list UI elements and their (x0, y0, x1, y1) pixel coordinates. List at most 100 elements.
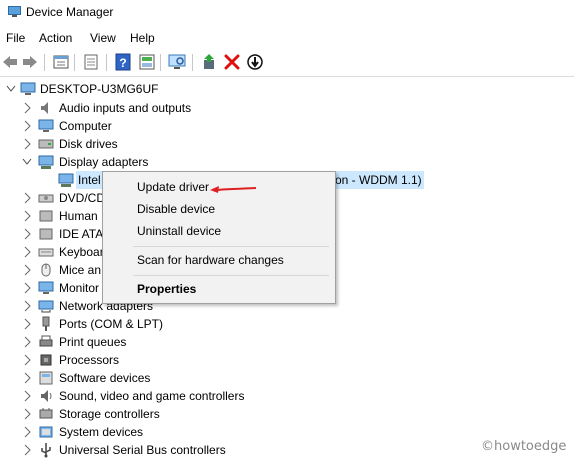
chevron-right-icon[interactable] (22, 423, 32, 441)
chevron-right-icon[interactable] (22, 261, 32, 279)
tree-root[interactable]: DESKTOP-U3MG6UF (0, 80, 300, 98)
context-uninstall-device[interactable]: Uninstall device (137, 224, 221, 238)
ide-controller-icon (39, 228, 53, 240)
forward-arrow-icon[interactable] (21, 53, 39, 71)
tree-item-label: Print queues (59, 335, 127, 349)
update-driver-icon[interactable] (200, 53, 218, 71)
chevron-right-icon[interactable] (22, 279, 32, 297)
tree-item-label: Monitor (59, 281, 100, 295)
tree-item-label: Keyboar (59, 245, 104, 259)
tree-item-ports-com-lpt[interactable]: Ports (COM & LPT) (0, 315, 320, 333)
usb-icon (41, 443, 51, 458)
toolbar: ? (0, 50, 574, 77)
device-label-prefix: Intel (78, 173, 101, 187)
help-icon[interactable]: ? (114, 53, 132, 71)
context-update-driver[interactable]: Update driver (137, 180, 209, 194)
tree-item-universal-serial-bus-controllers[interactable]: Universal Serial Bus controllers (0, 441, 320, 459)
context-disable-device[interactable]: Disable device (137, 202, 215, 216)
chevron-down-icon[interactable] (22, 153, 32, 171)
context-menu: Update driver Disable device Uninstall d… (102, 171, 336, 304)
tree-item-sound-video-and-game-controllers[interactable]: Sound, video and game controllers (0, 387, 320, 405)
device-label-suffix: on - WDDM 1.1) (335, 173, 422, 187)
tree-item-label: Processors (59, 353, 120, 367)
tree-item-label: Disk drives (59, 137, 118, 151)
tree-item-display-adapters[interactable]: Display adapters (0, 153, 320, 171)
toolbar-separator (74, 54, 75, 71)
tree-item-disk-drives[interactable]: Disk drives (0, 135, 320, 153)
monitor-icon (38, 281, 54, 294)
context-separator (133, 275, 329, 276)
tree-item-label: DVD/CD (59, 191, 106, 205)
tree-item-label: Audio inputs and outputs (59, 101, 192, 115)
tree-item-processors[interactable]: Processors (0, 351, 320, 369)
tree-item-software-devices[interactable]: Software devices (0, 369, 320, 387)
toolbar-separator (192, 54, 193, 71)
menu-bar: File Action View Help (0, 29, 574, 49)
annotation-arrow-icon (210, 186, 257, 193)
sound-icon (41, 390, 52, 402)
chevron-right-icon[interactable] (22, 135, 32, 153)
context-scan-hardware[interactable]: Scan for hardware changes (137, 253, 284, 267)
speaker-icon (41, 102, 48, 114)
display-adapter-icon (38, 155, 54, 169)
chevron-right-icon[interactable] (22, 369, 32, 387)
disk-drive-icon (38, 139, 54, 149)
title-bar: Device Manager (0, 0, 574, 27)
printer-icon (39, 335, 53, 347)
chevron-right-icon[interactable] (22, 315, 32, 333)
chevron-right-icon[interactable] (22, 117, 32, 135)
uninstall-icon[interactable] (223, 53, 241, 71)
tree-item-audio-inputs-and-outputs[interactable]: Audio inputs and outputs (0, 99, 320, 117)
menu-help[interactable]: Help (128, 31, 157, 45)
menu-action[interactable]: Action (37, 31, 74, 45)
scan-hardware-icon[interactable] (168, 53, 186, 71)
chevron-right-icon[interactable] (22, 207, 32, 225)
svg-text:?: ? (119, 56, 126, 70)
tree-item-computer[interactable]: Computer (0, 117, 320, 135)
tree-item-label: IDE ATA/ (59, 227, 107, 241)
storage-controller-icon (39, 408, 53, 419)
context-properties[interactable]: Properties (137, 282, 196, 296)
back-arrow-icon[interactable] (1, 53, 19, 71)
computer-icon (38, 119, 54, 132)
mouse-icon (41, 263, 51, 277)
tree-item-label: System devices (59, 425, 144, 439)
human-interface-icon (39, 210, 53, 222)
menu-view[interactable]: View (88, 31, 118, 45)
system-device-icon (39, 426, 53, 438)
chevron-right-icon[interactable] (22, 405, 32, 423)
menu-file[interactable]: File (4, 31, 27, 45)
tree-item-print-queues[interactable]: Print queues (0, 333, 320, 351)
chevron-right-icon[interactable] (22, 387, 32, 405)
tree-item-system-devices[interactable]: System devices (0, 423, 320, 441)
chevron-right-icon[interactable] (22, 297, 32, 315)
window-title: Device Manager (26, 5, 114, 19)
toolbar-separator (160, 54, 161, 71)
tree-root-label: DESKTOP-U3MG6UF (40, 82, 159, 96)
chevron-right-icon[interactable] (22, 333, 32, 351)
keyboard-icon (38, 248, 54, 257)
tree-item-label: Storage controllers (59, 407, 160, 421)
action-icon[interactable] (138, 53, 156, 71)
properties-icon[interactable] (52, 53, 70, 71)
chevron-right-icon[interactable] (22, 243, 32, 261)
tree-item-label: Sound, video and game controllers (59, 389, 245, 403)
chevron-right-icon[interactable] (22, 441, 32, 459)
chevron-down-icon[interactable] (6, 80, 16, 98)
tree-item-label: Display adapters (59, 155, 149, 169)
show-hidden-icon[interactable] (82, 53, 100, 71)
computer-icon (20, 82, 36, 95)
disable-icon[interactable] (246, 53, 264, 71)
device-manager-icon (8, 6, 21, 17)
tree-item-storage-controllers[interactable]: Storage controllers (0, 405, 320, 423)
display-adapter-icon (58, 173, 74, 187)
chevron-right-icon[interactable] (22, 189, 32, 207)
chevron-right-icon[interactable] (22, 99, 32, 117)
chevron-right-icon[interactable] (22, 351, 32, 369)
tree-item-label: Human (59, 209, 98, 223)
toolbar-separator (44, 54, 45, 71)
chevron-right-icon[interactable] (22, 225, 32, 243)
processor-icon (40, 354, 52, 366)
software-device-icon (39, 371, 53, 385)
tree-item-label: Software devices (59, 371, 151, 385)
